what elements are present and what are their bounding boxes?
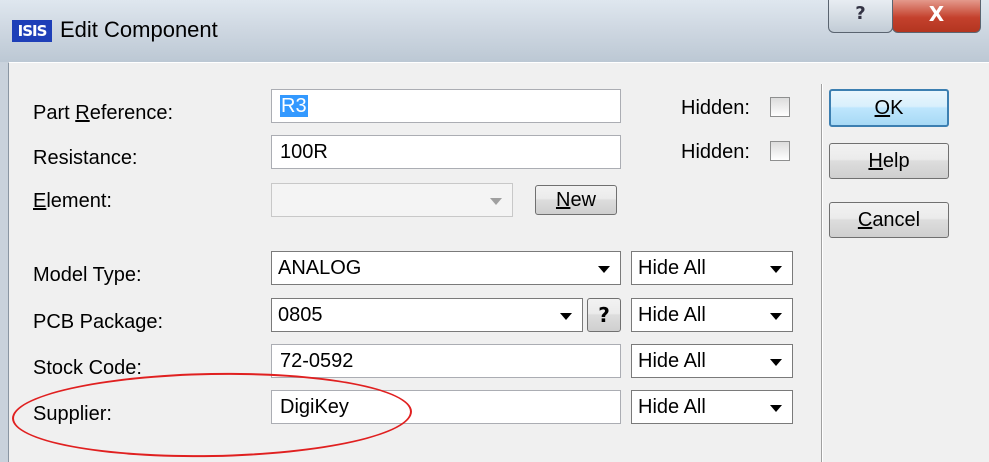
pcb-package-dropdown-arrow-icon xyxy=(560,313,572,320)
part-reference-hidden-label: Hidden: xyxy=(681,97,750,119)
window-title: Edit Component xyxy=(60,17,218,42)
resistance-hidden-checkbox[interactable] xyxy=(770,141,790,161)
pcb-package-visibility-select[interactable]: Hide All xyxy=(631,298,793,332)
button-column-separator-highlight xyxy=(822,84,823,462)
cancel-button[interactable]: Cancel xyxy=(829,202,949,238)
window-help-button[interactable]: ? xyxy=(828,0,893,33)
element-label: Element: xyxy=(33,190,112,212)
stock-code-visibility-select[interactable]: Hide All xyxy=(631,344,793,378)
pcb-package-label: PCB Package: xyxy=(33,311,164,333)
resistance-hidden-label: Hidden: xyxy=(681,141,750,163)
model-type-select[interactable]: ANALOG xyxy=(271,251,621,285)
part-reference-input[interactable]: R3 xyxy=(271,89,621,123)
stock-code-label: Stock Code: xyxy=(33,357,142,379)
stock-code-visibility-arrow-icon xyxy=(770,359,782,366)
window-close-button[interactable]: X xyxy=(892,0,981,33)
part-reference-hidden-checkbox[interactable] xyxy=(770,97,790,117)
model-type-visibility-select[interactable]: Hide All xyxy=(631,251,793,285)
model-type-dropdown-arrow-icon xyxy=(598,266,610,273)
element-combo[interactable] xyxy=(271,183,513,217)
model-type-visibility-arrow-icon xyxy=(770,266,782,273)
element-dropdown-arrow-icon xyxy=(490,198,502,205)
pcb-package-select[interactable]: 0805 xyxy=(271,298,583,332)
resistance-input[interactable]: 100R xyxy=(271,135,621,169)
ok-button[interactable]: OK xyxy=(829,89,949,127)
stock-code-input[interactable]: 72-0592 xyxy=(271,344,621,378)
pcb-package-help-button[interactable]: ? xyxy=(587,298,621,332)
help-button[interactable]: Help xyxy=(829,143,949,179)
part-reference-label: Part Reference: xyxy=(33,102,174,124)
model-type-label: Model Type: xyxy=(33,264,142,286)
isis-app-icon: ISIS xyxy=(12,20,52,42)
title-bar: ISIS Edit Component ? X xyxy=(0,0,989,62)
supplier-visibility-arrow-icon xyxy=(770,405,782,412)
new-button[interactable]: New xyxy=(535,185,617,215)
pcb-package-visibility-arrow-icon xyxy=(770,313,782,320)
supplier-visibility-select[interactable]: Hide All xyxy=(631,390,793,424)
resistance-label: Resistance: xyxy=(33,147,138,169)
